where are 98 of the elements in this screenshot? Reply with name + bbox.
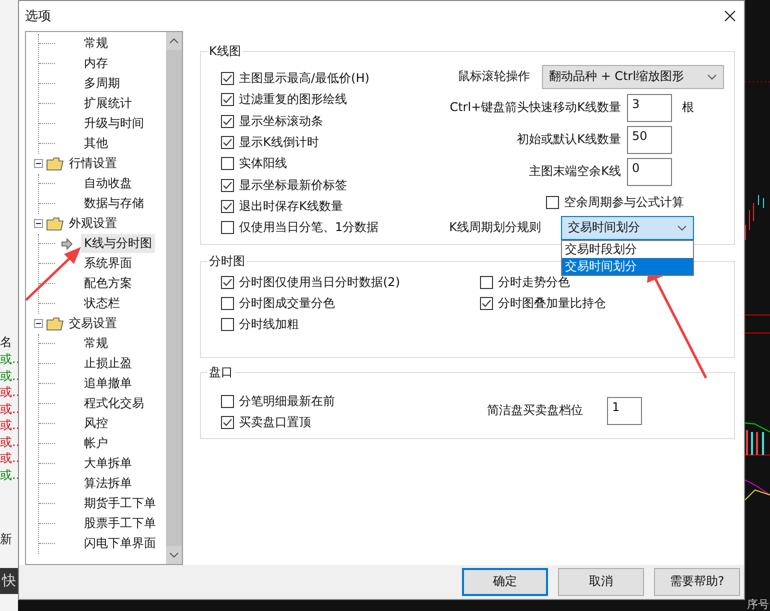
field-label: K线周期划分规则: [449, 219, 541, 236]
tree-group-label[interactable]: 行情设置: [67, 155, 117, 172]
tree-item[interactable]: 止损止盈: [81, 354, 135, 374]
input-field[interactable]: 0: [627, 158, 672, 186]
folder-icon: [46, 156, 64, 171]
scroll-up-icon[interactable]: [169, 38, 179, 44]
tree-item[interactable]: 帐户: [81, 434, 111, 454]
tree-item[interactable]: 追单撤单: [81, 374, 135, 394]
checkbox-label: 分时图仅使用当日分时数据(2): [239, 274, 400, 291]
dropdown[interactable]: 翻动品种 + Ctrl缩放图形: [542, 64, 724, 89]
checkbox[interactable]: [221, 394, 234, 408]
column-header: 序号: [747, 598, 769, 611]
tree-item[interactable]: 程式化交易: [81, 394, 147, 414]
checkbox[interactable]: [221, 93, 234, 106]
checkbox-label: 分笔明细最新在前: [239, 392, 335, 410]
tree-item[interactable]: 内存: [81, 54, 111, 74]
checkbox-label: 分时图成交量分色: [239, 294, 335, 312]
toolbar-button[interactable]: 快: [0, 568, 18, 594]
tree-group-label[interactable]: 外观设置: [67, 215, 117, 232]
tree-item[interactable]: K线与分时图: [81, 234, 155, 254]
tree-item[interactable]: 期货手工下单: [81, 494, 159, 514]
caret-icon: [677, 224, 687, 231]
arrow-drawing: [25, 247, 81, 301]
close-icon[interactable]: [724, 10, 736, 22]
tree-item[interactable]: 扩展统计: [81, 94, 135, 114]
tree-item[interactable]: 多周期: [81, 74, 123, 94]
checkbox-label: 主图显示最高/最低价(H): [239, 70, 370, 87]
field-label: 鼠标滚轮操作: [458, 68, 530, 86]
dropdown-option[interactable]: 交易时段划分: [562, 240, 693, 258]
folder-icon: [46, 316, 64, 331]
checkbox-label: 分时线加粗: [239, 316, 299, 333]
checkbox-label: 实体阳线: [239, 155, 287, 172]
checkbox[interactable]: [221, 416, 234, 429]
checkbox-label: 分时图叠加量比持仓: [498, 294, 606, 312]
checkbox[interactable]: [221, 178, 234, 192]
tree-item[interactable]: 数据与存储: [81, 194, 147, 214]
checkbox-label: 显示坐标最新价标签: [239, 176, 347, 194]
checkbox[interactable]: [221, 114, 234, 128]
column-header: 名: [0, 334, 13, 351]
checkbox-label: 显示K线倒计时: [239, 134, 319, 151]
checkbox-label: 仅使用当日分笔、1分数据: [239, 219, 379, 236]
field-label: 主图末端空余K线: [529, 163, 621, 180]
field-label: 简洁盘买卖盘档位: [487, 402, 583, 420]
input-field[interactable]: 3: [627, 94, 672, 122]
collapse-icon[interactable]: [34, 219, 43, 228]
scrollbar[interactable]: [166, 32, 182, 564]
tree-item[interactable]: 闪电下单界面: [81, 534, 159, 554]
tree-item[interactable]: 风控: [81, 414, 111, 434]
dialog-button[interactable]: 取消: [558, 568, 644, 596]
input-field[interactable]: 50: [627, 126, 672, 154]
checkbox[interactable]: [221, 72, 234, 85]
dialog-button[interactable]: 确定: [462, 568, 548, 596]
window-title: 选项: [25, 8, 51, 25]
group-title: 分时图: [208, 252, 246, 270]
tree-item[interactable]: 系统界面: [81, 254, 135, 274]
tree-item[interactable]: 升级与时间: [81, 114, 147, 134]
group-title: K线图: [208, 42, 242, 60]
collapse-icon[interactable]: [34, 159, 43, 168]
checkbox[interactable]: [546, 196, 559, 209]
checkbox-label: 过滤重复的图形绘线: [239, 91, 347, 108]
dropdown-option[interactable]: 交易时间划分: [562, 258, 693, 275]
tree-item[interactable]: 常规: [81, 334, 111, 354]
checkbox[interactable]: [221, 296, 234, 310]
checkbox-label: 退出时保存K线数量: [239, 198, 343, 216]
tree-item[interactable]: 状态栏: [81, 294, 123, 314]
field-label: Ctrl+键盘箭头快速移动K线数量: [450, 99, 621, 116]
caret-icon: [707, 74, 717, 80]
tree-group-label[interactable]: 交易设置: [67, 315, 117, 332]
tree-item[interactable]: 股票手工下单: [81, 514, 159, 534]
group-title: 盘口: [208, 364, 234, 381]
checkbox[interactable]: [221, 318, 234, 331]
checkbox-label: 分时走势分色: [498, 274, 570, 291]
checkbox[interactable]: [221, 136, 234, 149]
tree-item[interactable]: 配色方案: [81, 274, 135, 294]
dialog-button[interactable]: 需要帮助?: [654, 568, 740, 596]
tree-item[interactable]: 大单拆单: [81, 454, 135, 474]
checkbox[interactable]: [480, 276, 493, 289]
checkbox[interactable]: [221, 157, 234, 170]
checkbox[interactable]: [221, 276, 234, 289]
checkbox-label: 空余周期参与公式计算: [564, 194, 684, 211]
checkbox[interactable]: [221, 200, 234, 214]
tree-item[interactable]: 自动收盘: [81, 174, 135, 194]
input-field[interactable]: 1: [607, 396, 642, 425]
collapse-icon[interactable]: [34, 319, 43, 328]
folder-icon: [46, 216, 64, 231]
unit-label: 根: [681, 99, 694, 116]
tree-item[interactable]: 其他: [81, 134, 111, 154]
checkbox[interactable]: [480, 296, 493, 310]
checkbox-label: 买卖盘口置顶: [239, 414, 311, 431]
field-label: 初始或默认K线数量: [517, 131, 621, 148]
tab-label: 新: [0, 531, 13, 548]
arrow-icon: [61, 238, 73, 250]
checkbox-label: 显示坐标滚动条: [239, 112, 323, 130]
tree-item[interactable]: 算法拆单: [81, 474, 135, 494]
dropdown[interactable]: 交易时间划分: [561, 216, 694, 240]
tree-item[interactable]: 常规: [81, 34, 111, 54]
scroll-down-icon[interactable]: [169, 552, 179, 558]
checkbox[interactable]: [221, 221, 234, 234]
